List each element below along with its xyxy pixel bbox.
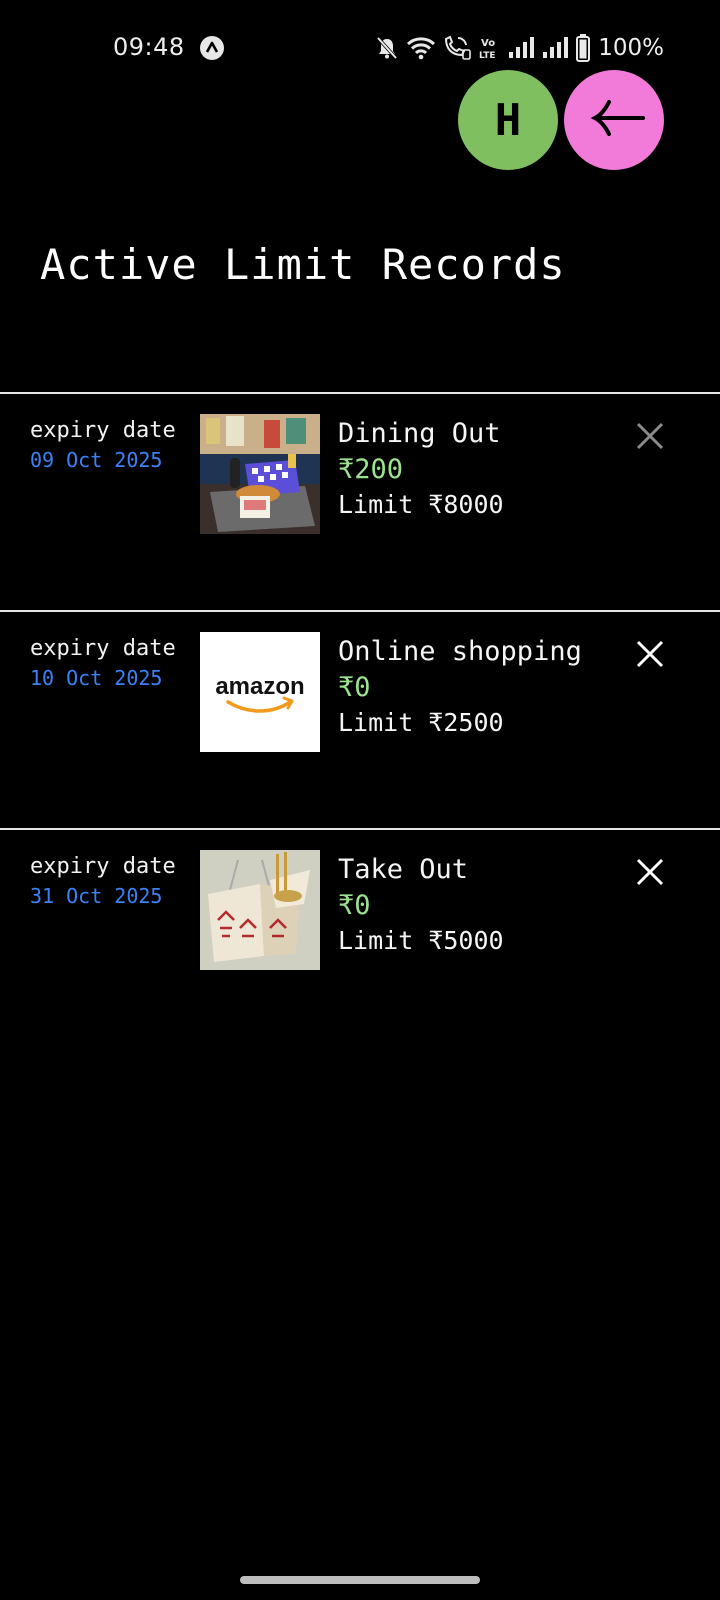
- expiry-label: expiry date: [30, 854, 176, 879]
- expiry-date: 09 Oct 2025: [30, 448, 163, 472]
- delete-record-button[interactable]: [630, 854, 670, 894]
- record-amount: ₹0: [338, 672, 371, 703]
- home-button[interactable]: H: [458, 70, 558, 170]
- close-icon: [636, 422, 664, 454]
- status-time: 09:48: [113, 33, 185, 61]
- record-name: Online shopping: [338, 636, 582, 667]
- records-list: expiry date 09 Oct 2025 Dining Out ₹200 …: [0, 392, 720, 1046]
- record-limit: Limit ₹2500: [338, 708, 504, 737]
- expiry-date: 31 Oct 2025: [30, 884, 163, 908]
- svg-text:amazon: amazon: [215, 673, 304, 700]
- record-amount: ₹0: [338, 890, 371, 921]
- wifi-icon: [406, 35, 436, 61]
- battery-percent: 100%: [598, 35, 664, 61]
- signal-icon: [542, 36, 570, 60]
- delete-record-button[interactable]: [630, 636, 670, 676]
- app-notification-icon: [200, 36, 224, 60]
- record-name: Dining Out: [338, 418, 501, 449]
- status-icons: Vo LTE 100%: [374, 33, 664, 63]
- svg-text:Vo: Vo: [481, 38, 495, 49]
- list-item: expiry date 31 Oct 2025 Take Out ₹0 Limi…: [0, 828, 720, 1046]
- signal-icon: [508, 36, 536, 60]
- record-name: Take Out: [338, 854, 469, 885]
- dining-out-photo: [200, 414, 320, 534]
- expiry-label: expiry date: [30, 418, 176, 443]
- amazon-logo: amazon: [200, 632, 320, 752]
- record-limit: Limit ₹8000: [338, 490, 504, 519]
- volte-icon: Vo LTE: [478, 35, 502, 61]
- wifi-calling-icon: [442, 35, 472, 61]
- battery-icon: [576, 34, 591, 62]
- svg-text:LTE: LTE: [479, 51, 496, 61]
- record-limit: Limit ₹5000: [338, 926, 504, 955]
- gesture-bar[interactable]: [240, 1576, 480, 1584]
- record-amount: ₹200: [338, 454, 404, 485]
- arrow-left-icon: [581, 98, 647, 142]
- delete-record-button[interactable]: [630, 418, 670, 458]
- expiry-date: 10 Oct 2025: [30, 666, 163, 690]
- list-item: expiry date 10 Oct 2025 amazon Online sh…: [0, 610, 720, 828]
- page-title: Active Limit Records: [40, 240, 566, 289]
- list-item: expiry date 09 Oct 2025 Dining Out ₹200 …: [0, 392, 720, 610]
- mute-icon: [374, 35, 400, 61]
- close-icon: [636, 640, 664, 672]
- home-button-label: H: [494, 94, 522, 146]
- back-button[interactable]: [564, 70, 664, 170]
- takeout-box-photo: [200, 850, 320, 970]
- close-icon: [636, 858, 664, 890]
- expiry-label: expiry date: [30, 636, 176, 661]
